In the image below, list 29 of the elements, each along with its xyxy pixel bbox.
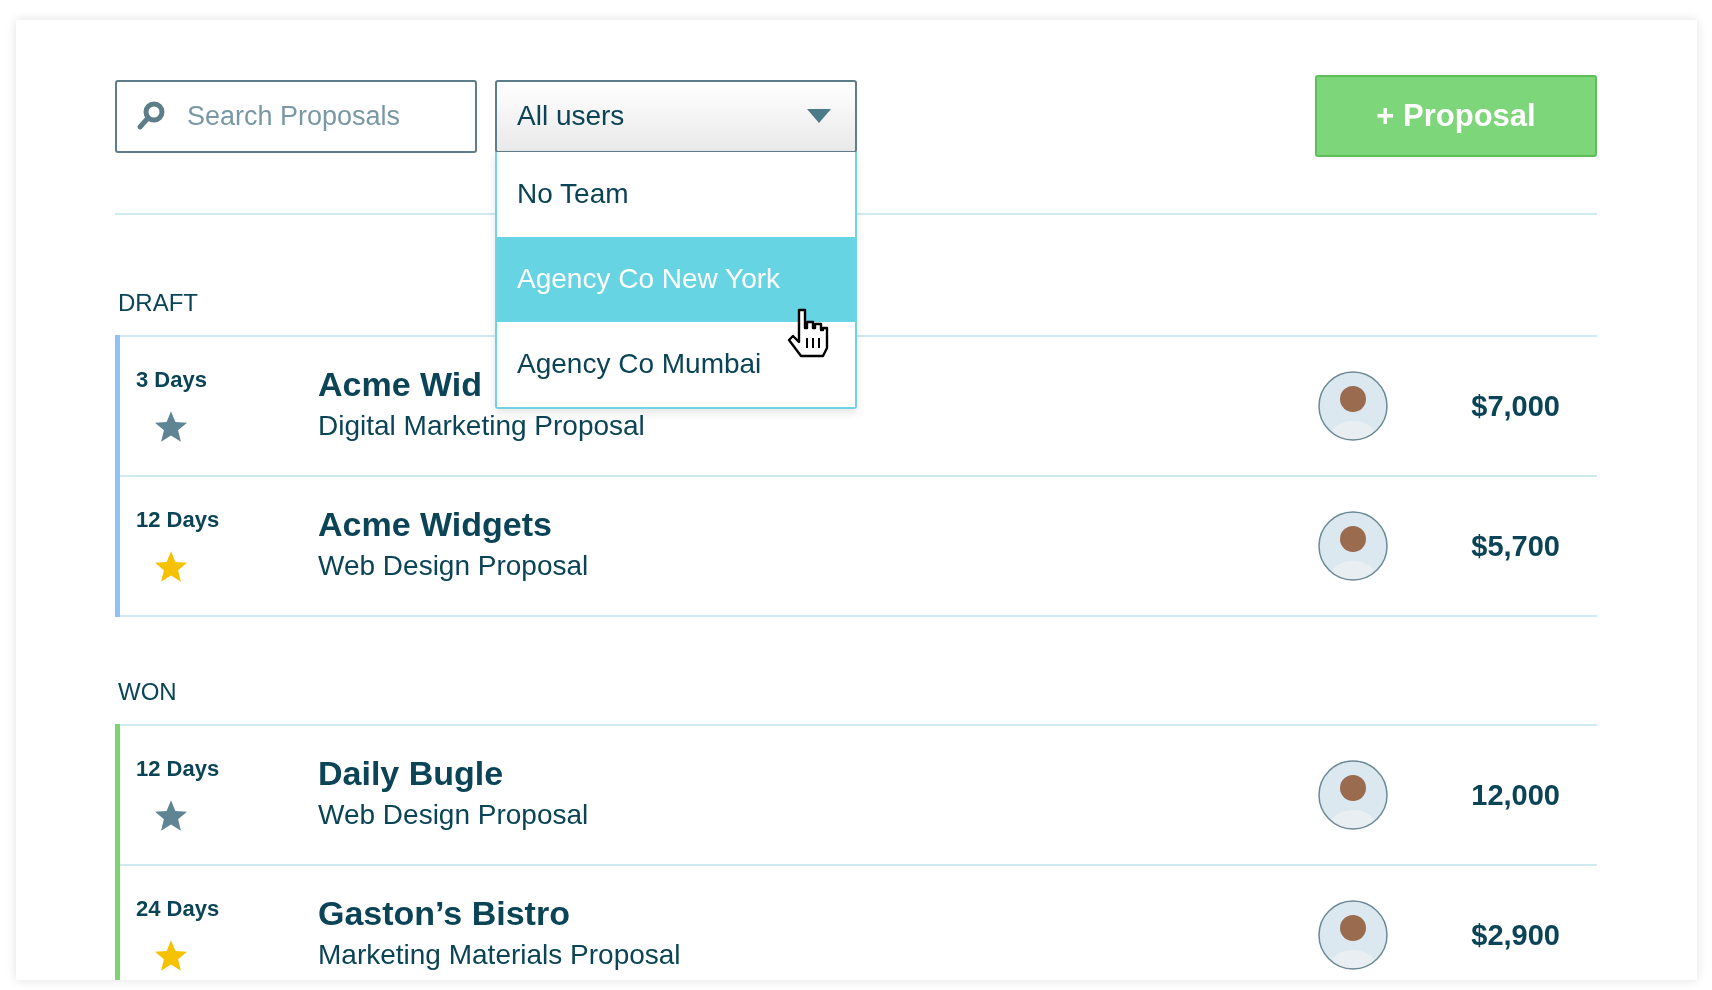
client-name[interactable]: Daily Bugle <box>318 750 504 796</box>
caret-icon <box>807 109 831 123</box>
menu-option[interactable]: No Team <box>497 151 855 237</box>
hand-cursor-icon <box>785 307 831 360</box>
menu-option[interactable]: Agency Co Mumbai <box>497 321 855 407</box>
days-label: 24 Days <box>136 896 221 922</box>
client-name[interactable]: Acme Widgets <box>318 501 552 547</box>
proposal-amount: $5,700 <box>1470 529 1560 563</box>
user-dropdown[interactable]: All users <box>495 79 857 153</box>
proposal-amount: 12,000 <box>1470 778 1560 812</box>
proposal-amount: $7,000 <box>1470 389 1560 423</box>
star-icon[interactable] <box>154 800 188 833</box>
client-name[interactable]: Gaston’s Bistro <box>318 890 570 936</box>
proposal-amount: $2,900 <box>1470 918 1560 952</box>
client-name[interactable]: Acme Wid <box>318 361 483 407</box>
days-label: 3 Days <box>136 367 208 393</box>
section-title: DRAFT <box>118 289 198 316</box>
section-title: WON <box>118 678 177 705</box>
star-icon[interactable] <box>154 940 188 973</box>
proposal-type: Digital Marketing Proposal <box>318 409 645 443</box>
days-label: 12 Days <box>136 507 221 533</box>
proposal-type: Web Design Proposal <box>318 798 589 832</box>
days-label: 12 Days <box>136 756 221 782</box>
star-icon[interactable] <box>154 411 188 444</box>
search-field[interactable]: Search Proposals <box>115 79 477 153</box>
proposal-type: Web Design Proposal <box>318 549 589 583</box>
proposal-type: Marketing Materials Proposal <box>318 938 681 972</box>
star-icon[interactable] <box>154 551 188 584</box>
search-icon <box>135 99 167 132</box>
